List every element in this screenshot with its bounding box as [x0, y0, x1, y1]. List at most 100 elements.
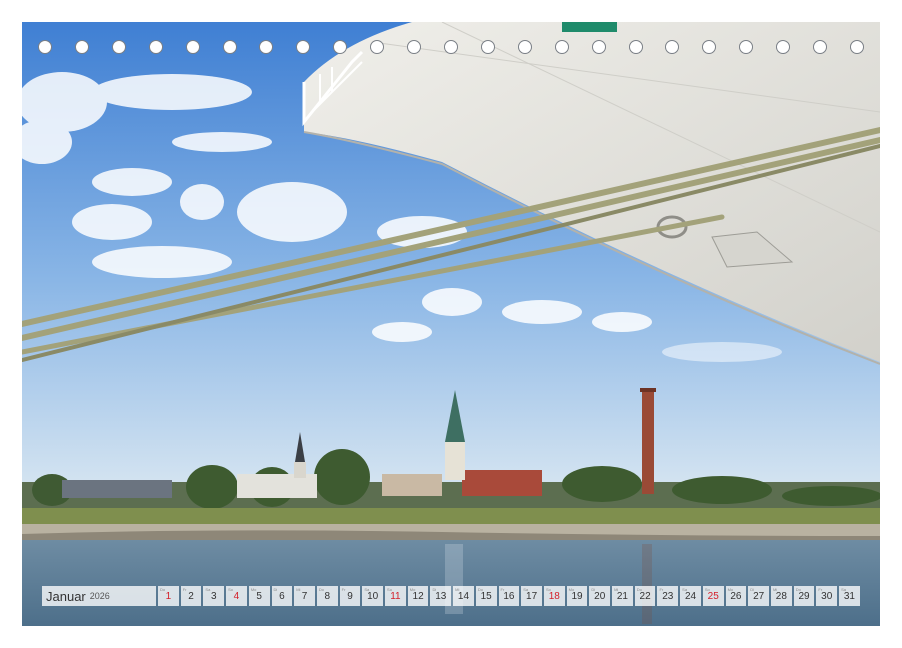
day-cell: Sa 17	[521, 586, 542, 606]
weekday-label: So	[704, 587, 710, 592]
binding-hole	[222, 40, 237, 54]
weekday-label: Sa	[523, 587, 529, 592]
day-cell: Sa 24	[680, 586, 701, 606]
day-cell: Mi 7	[294, 586, 315, 606]
day-number: 26	[730, 590, 742, 602]
weekday-label: Sa	[364, 587, 370, 592]
calendar-strip: Januar 2026 Do 1 Fr 2 Sa 3 So 4 Mo 5 Di 6 Mi 7 Do 8 Fr 9 S…	[42, 586, 860, 606]
day-number: 6	[279, 590, 285, 602]
day-cell: Do 8	[316, 586, 338, 606]
day-cell: Di 13	[430, 586, 452, 606]
day-number: 27	[753, 590, 765, 602]
binding-hole	[776, 40, 791, 54]
binding-hole	[407, 40, 422, 54]
weekday-label: Fr	[659, 587, 664, 592]
day-number: 15	[480, 590, 492, 602]
day-number: 2	[188, 590, 194, 602]
day-cell: Mo 12	[407, 586, 429, 606]
binding-hole	[443, 40, 458, 54]
binding-hole	[185, 40, 200, 54]
day-number: 4	[233, 590, 240, 602]
day-cell: So 11	[385, 586, 406, 606]
day-number: 11	[390, 590, 401, 602]
day-cell: Mo 5	[248, 586, 270, 606]
weekday-label: Mi	[614, 587, 619, 592]
day-cell: Sa 3	[203, 586, 225, 606]
binding-hole	[739, 40, 754, 54]
binding-hole	[591, 40, 606, 54]
weekday-label: Di	[591, 587, 596, 592]
day-number: 8	[324, 590, 331, 602]
binding-hole	[370, 40, 385, 54]
day-cell: Fr 2	[180, 586, 202, 606]
weekday-label: Sa	[682, 587, 688, 592]
day-cell: Sa 10	[362, 586, 384, 606]
binding-hole	[849, 40, 864, 54]
month-label: Januar 2026	[42, 586, 156, 606]
binding-hole	[259, 40, 274, 54]
shore-grass	[22, 508, 880, 526]
weekday-label: Mo	[727, 587, 734, 592]
binding-hole	[665, 40, 680, 54]
weekday-label: So	[387, 587, 392, 592]
day-number: 31	[843, 590, 855, 602]
day-cell: Mi 14	[453, 586, 474, 606]
day-cell: Mo 26	[725, 586, 747, 606]
day-number: 18	[548, 590, 560, 602]
binding-hole	[628, 40, 643, 54]
day-cells: Do 1 Fr 2 Sa 3 So 4 Mo 5 Di 6 Mi 7 Do 8 Fr 9 Sa 10 So 11 Mo 12 D…	[158, 586, 860, 606]
day-cell: So 4	[226, 586, 247, 606]
weekday-label: Mo	[250, 587, 257, 592]
day-cell: Fr 30	[816, 586, 838, 606]
day-cell: Do 29	[793, 586, 815, 606]
day-number: 23	[662, 590, 674, 602]
calendar-page: Januar 2026 Do 1 Fr 2 Sa 3 So 4 Mo 5 Di 6 Mi 7 Do 8 Fr 9 S…	[0, 0, 902, 648]
day-number: 16	[503, 590, 515, 602]
weekday-label: Di	[750, 587, 755, 592]
weekday-label: Fr	[182, 587, 187, 592]
day-cell: Fr 9	[339, 586, 361, 606]
day-cell: Do 22	[634, 586, 656, 606]
weekday-label: Sa	[841, 587, 846, 592]
day-number: 25	[707, 590, 719, 602]
weekday-label: Mi	[455, 587, 460, 592]
day-number: 13	[435, 590, 447, 602]
day-number: 12	[412, 590, 424, 602]
day-number: 24	[684, 590, 697, 602]
month-name: Januar	[46, 588, 86, 604]
weekday-label: Di	[273, 587, 278, 592]
binding-hole	[813, 40, 828, 54]
day-number: 10	[367, 590, 379, 602]
binding-hole	[296, 40, 311, 54]
weekday-label: Fr	[341, 587, 346, 592]
day-cell: Di 20	[589, 586, 611, 606]
day-number: 5	[256, 590, 262, 602]
day-cell: Di 27	[748, 586, 769, 606]
day-cell: Do 15	[475, 586, 497, 606]
harbor-photo	[22, 22, 880, 626]
day-number: 14	[457, 590, 470, 602]
day-number: 29	[798, 590, 810, 602]
day-number: 3	[210, 590, 217, 602]
day-cell: Sa 31	[839, 586, 860, 606]
day-cell: So 25	[702, 586, 724, 606]
weekday-label: Mo	[409, 587, 416, 592]
day-cell: Di 6	[271, 586, 293, 606]
weekday-label: So	[545, 587, 551, 592]
day-cell: Mi 28	[770, 586, 792, 606]
weekday-label: Do	[160, 587, 166, 592]
weekday-label: Mi	[296, 587, 301, 592]
weekday-label: So	[228, 587, 234, 592]
day-number: 22	[639, 590, 651, 602]
weekday-label: Do	[636, 587, 642, 592]
day-cell: Mo 19	[566, 586, 588, 606]
day-cell: Do 1	[158, 586, 179, 606]
day-number: 30	[821, 590, 833, 602]
weekday-label: Do	[795, 587, 801, 592]
binding-hole	[554, 40, 569, 54]
binding-holes	[38, 40, 864, 56]
weekday-label: Do	[318, 587, 325, 592]
binding-hole	[38, 40, 52, 54]
day-number: 21	[616, 590, 628, 602]
day-cell: So 18	[543, 586, 565, 606]
